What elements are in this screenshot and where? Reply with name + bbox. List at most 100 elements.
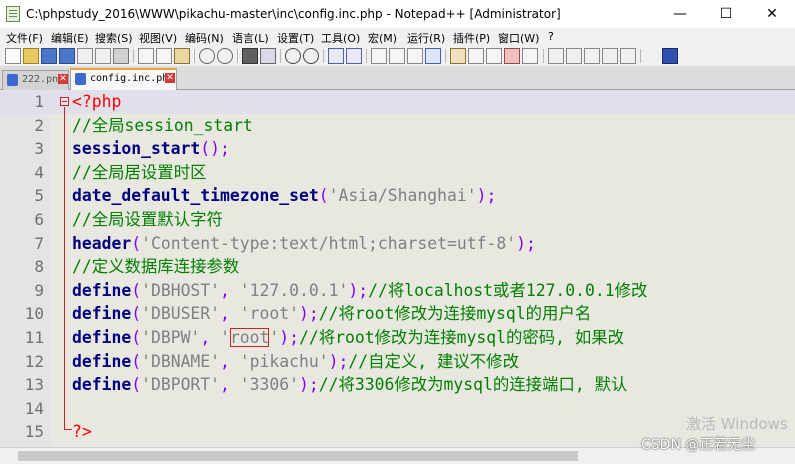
code-line[interactable]: 1 <?php bbox=[0, 90, 795, 114]
menu-search[interactable]: 搜索(S) bbox=[95, 30, 133, 46]
code-operator: ); bbox=[299, 304, 319, 324]
user-language-icon[interactable] bbox=[450, 48, 466, 64]
code-php-tag: ?> bbox=[72, 422, 92, 442]
save-macro-icon[interactable] bbox=[620, 48, 636, 64]
copy-icon[interactable] bbox=[156, 48, 172, 64]
save-icon[interactable] bbox=[41, 48, 57, 64]
tab-close-icon[interactable]: ✕ bbox=[165, 73, 175, 83]
toolbar-separator bbox=[194, 49, 195, 63]
toolbar-separator bbox=[640, 49, 641, 63]
find-icon[interactable] bbox=[242, 48, 258, 64]
zoom-out-icon[interactable] bbox=[303, 48, 319, 64]
code-editor[interactable]: 1 <?php 2//全局session_start 3 session_start()… bbox=[0, 90, 795, 447]
menu-help[interactable]: ? bbox=[548, 30, 554, 43]
monitoring-icon[interactable] bbox=[522, 48, 538, 64]
menu-file[interactable]: 文件(F) bbox=[6, 30, 43, 46]
fold-guide-line bbox=[64, 107, 65, 430]
record-macro-icon[interactable] bbox=[548, 48, 564, 64]
code-string: 'DBPW' bbox=[141, 328, 201, 347]
code-text: define('DBPW', 'root');//将root修改为连接mysql… bbox=[72, 326, 624, 350]
code-line[interactable]: 4 //全局居设置时区 bbox=[0, 161, 795, 185]
cut-icon[interactable] bbox=[138, 48, 154, 64]
code-line[interactable]: 14 bbox=[0, 397, 795, 421]
code-line[interactable]: 7 header('Content-type:text/html;charset=… bbox=[0, 232, 795, 256]
code-text: //定义数据库连接参数 bbox=[72, 255, 239, 279]
tab-222-png[interactable]: 222.png ✕ bbox=[2, 70, 69, 90]
menu-encoding[interactable]: 编码(N) bbox=[185, 30, 224, 46]
code-keyword: define bbox=[72, 375, 132, 395]
menu-plugins[interactable]: 插件(P) bbox=[453, 30, 490, 46]
minimize-button[interactable]: — bbox=[657, 0, 703, 28]
code-keyword: session_start bbox=[72, 139, 201, 159]
window-title: C:\phpstudy_2016\WWW\pikachu-master\inc\… bbox=[26, 7, 561, 21]
maximize-button[interactable]: ☐ bbox=[703, 0, 749, 28]
scrollbar-thumb[interactable] bbox=[18, 451, 578, 461]
indent-guide-icon[interactable] bbox=[425, 48, 441, 64]
code-operator: , bbox=[200, 328, 221, 347]
code-line[interactable]: 11 define('DBPW', 'root');//将root修改为连接mys… bbox=[0, 326, 795, 350]
code-line[interactable]: 2 //全局session_start bbox=[0, 114, 795, 138]
code-comment: //将root修改为连接mysql的密码, 如果改 bbox=[299, 328, 625, 347]
close-all-icon[interactable] bbox=[95, 48, 111, 64]
open-file-icon[interactable] bbox=[23, 48, 39, 64]
notepad-plus-plus-icon bbox=[6, 6, 20, 22]
sync-vertical-icon[interactable] bbox=[328, 48, 344, 64]
show-paragraph-icon[interactable] bbox=[407, 48, 423, 64]
code-line[interactable]: 6 //全局设置默认字符 bbox=[0, 208, 795, 232]
code-line[interactable]: 8 //定义数据库连接参数 bbox=[0, 255, 795, 279]
code-line[interactable]: 10 define('DBUSER', 'root');//将root修改为连接m… bbox=[0, 302, 795, 326]
code-string: '127.0.0.1' bbox=[239, 280, 349, 300]
line-number: 15 bbox=[24, 422, 44, 442]
csdn-watermark: CSDN @正若无尘 bbox=[641, 437, 756, 453]
code-line[interactable]: 3 session_start(); bbox=[0, 137, 795, 161]
code-comment: //全局session_start bbox=[72, 115, 253, 135]
save-all-icon[interactable] bbox=[59, 48, 75, 64]
menu-macro[interactable]: 宏(M) bbox=[368, 30, 397, 46]
line-number: 11 bbox=[24, 328, 44, 347]
menu-settings[interactable]: 设置(T) bbox=[277, 30, 314, 46]
all-characters-icon[interactable] bbox=[389, 48, 405, 64]
undo-icon[interactable] bbox=[199, 48, 215, 64]
print-icon[interactable] bbox=[113, 48, 129, 64]
close-file-icon[interactable] bbox=[77, 48, 93, 64]
code-text: define('DBPORT', '3306');//将3306修改为mysql… bbox=[72, 373, 627, 397]
code-line[interactable]: 9 define('DBHOST', '127.0.0.1');//将localh… bbox=[0, 279, 795, 303]
code-line[interactable]: 13 define('DBPORT', '3306');//将3306修改为mys… bbox=[0, 373, 795, 397]
tab-label: config.inc.php bbox=[90, 73, 175, 84]
run-macro-multiple-icon[interactable] bbox=[602, 48, 618, 64]
code-comment: //将3306修改为mysql的连接端口, 默认 bbox=[318, 375, 628, 395]
code-comment: //定义数据库连接参数 bbox=[72, 257, 240, 277]
menu-view[interactable]: 视图(V) bbox=[139, 30, 177, 46]
doc-map-icon[interactable] bbox=[468, 48, 484, 64]
new-file-icon[interactable] bbox=[5, 48, 21, 64]
close-button[interactable]: ✕ bbox=[749, 0, 795, 28]
tab-config-inc-php[interactable]: config.inc.php ✕ bbox=[70, 68, 177, 90]
code-text: header('Content-type:text/html;charset=u… bbox=[72, 232, 536, 256]
menu-language[interactable]: 语言(L) bbox=[232, 30, 269, 46]
stop-macro-icon[interactable] bbox=[566, 48, 582, 64]
tab-close-icon[interactable]: ✕ bbox=[58, 74, 68, 84]
menu-edit[interactable]: 编辑(E) bbox=[51, 30, 89, 46]
spell-check-icon[interactable] bbox=[662, 48, 678, 64]
code-line[interactable]: 12 define('DBNAME', 'pikachu');//自定义, 建议不… bbox=[0, 350, 795, 374]
code-operator: ( bbox=[131, 304, 142, 324]
code-string: 'DBPORT' bbox=[141, 375, 221, 395]
function-list-icon[interactable] bbox=[486, 48, 502, 64]
folder-workspace-icon[interactable] bbox=[504, 48, 520, 64]
paste-icon[interactable] bbox=[174, 48, 190, 64]
menu-window[interactable]: 窗口(W) bbox=[498, 30, 539, 46]
menu-run[interactable]: 运行(R) bbox=[407, 30, 445, 46]
code-line[interactable]: 5 date_default_timezone_set('Asia/Shangha… bbox=[0, 184, 795, 208]
redo-icon[interactable] bbox=[217, 48, 233, 64]
tab-bar: 222.png ✕ config.inc.php ✕ bbox=[0, 66, 795, 90]
play-macro-icon[interactable] bbox=[584, 48, 600, 64]
menu-tools[interactable]: 工具(O) bbox=[321, 30, 360, 46]
code-text: date_default_timezone_set('Asia/Shanghai… bbox=[72, 184, 496, 208]
word-wrap-icon[interactable] bbox=[371, 48, 387, 64]
sync-horizontal-icon[interactable] bbox=[346, 48, 362, 64]
activation-watermark: 激活 Windows bbox=[686, 415, 788, 433]
fold-collapse-icon[interactable] bbox=[60, 97, 69, 106]
code-string: 'DBHOST' bbox=[141, 280, 221, 300]
zoom-in-icon[interactable] bbox=[285, 48, 301, 64]
replace-icon[interactable] bbox=[260, 48, 276, 64]
